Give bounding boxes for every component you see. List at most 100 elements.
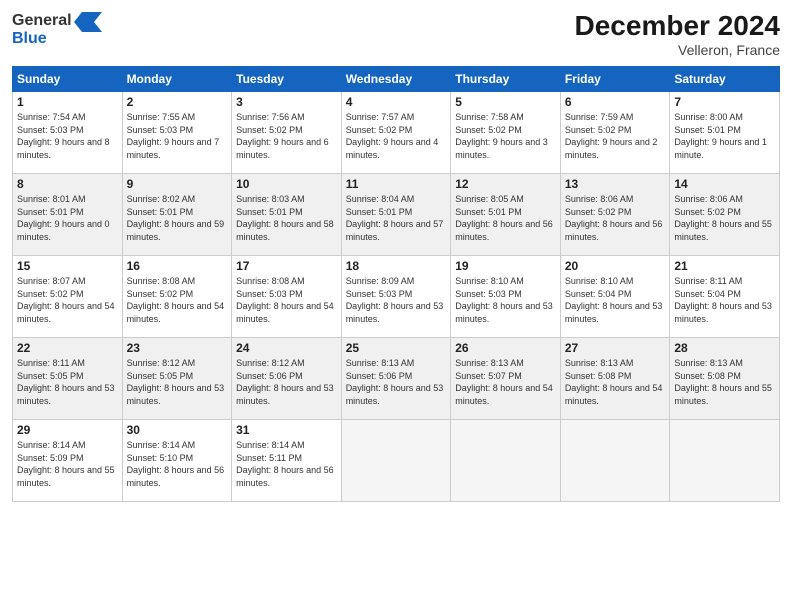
- day-info: Sunrise: 8:00 AMSunset: 5:01 PMDaylight:…: [674, 111, 775, 161]
- day-info: Sunrise: 8:02 AMSunset: 5:01 PMDaylight:…: [127, 193, 228, 243]
- day-number: 11: [346, 177, 447, 191]
- calendar-day-cell: 22 Sunrise: 8:11 AMSunset: 5:05 PMDaylig…: [13, 338, 123, 420]
- calendar-day-cell: 26 Sunrise: 8:13 AMSunset: 5:07 PMDaylig…: [451, 338, 561, 420]
- calendar-day-cell: 8 Sunrise: 8:01 AMSunset: 5:01 PMDayligh…: [13, 174, 123, 256]
- day-number: 6: [565, 95, 666, 109]
- header: General Blue December 2024 Velleron, Fra…: [12, 10, 780, 58]
- day-info: Sunrise: 8:13 AMSunset: 5:08 PMDaylight:…: [674, 357, 775, 407]
- day-info: Sunrise: 8:01 AMSunset: 5:01 PMDaylight:…: [17, 193, 118, 243]
- month-year: December 2024: [575, 10, 780, 42]
- calendar-day-cell: 16 Sunrise: 8:08 AMSunset: 5:02 PMDaylig…: [122, 256, 232, 338]
- logo: General Blue: [12, 10, 102, 48]
- calendar-day-cell: 3 Sunrise: 7:56 AMSunset: 5:02 PMDayligh…: [232, 92, 342, 174]
- calendar-day-cell: 2 Sunrise: 7:55 AMSunset: 5:03 PMDayligh…: [122, 92, 232, 174]
- day-number: 7: [674, 95, 775, 109]
- day-info: Sunrise: 8:10 AMSunset: 5:03 PMDaylight:…: [455, 275, 556, 325]
- calendar-day-cell: 27 Sunrise: 8:13 AMSunset: 5:08 PMDaylig…: [560, 338, 670, 420]
- calendar-day-cell: 19 Sunrise: 8:10 AMSunset: 5:03 PMDaylig…: [451, 256, 561, 338]
- col-sunday: Sunday: [13, 67, 123, 92]
- day-info: Sunrise: 7:57 AMSunset: 5:02 PMDaylight:…: [346, 111, 447, 161]
- calendar-day-cell: 13 Sunrise: 8:06 AMSunset: 5:02 PMDaylig…: [560, 174, 670, 256]
- calendar-day-cell: 5 Sunrise: 7:58 AMSunset: 5:02 PMDayligh…: [451, 92, 561, 174]
- calendar-day-cell: 11 Sunrise: 8:04 AMSunset: 5:01 PMDaylig…: [341, 174, 451, 256]
- day-number: 24: [236, 341, 337, 355]
- calendar-day-cell: 24 Sunrise: 8:12 AMSunset: 5:06 PMDaylig…: [232, 338, 342, 420]
- day-info: Sunrise: 8:09 AMSunset: 5:03 PMDaylight:…: [346, 275, 447, 325]
- calendar-day-cell: 31 Sunrise: 8:14 AMSunset: 5:11 PMDaylig…: [232, 420, 342, 502]
- calendar-day-cell: [451, 420, 561, 502]
- day-number: 29: [17, 423, 118, 437]
- day-info: Sunrise: 8:07 AMSunset: 5:02 PMDaylight:…: [17, 275, 118, 325]
- calendar-day-cell: 29 Sunrise: 8:14 AMSunset: 5:09 PMDaylig…: [13, 420, 123, 502]
- day-number: 10: [236, 177, 337, 191]
- day-number: 14: [674, 177, 775, 191]
- calendar-week-row: 29 Sunrise: 8:14 AMSunset: 5:09 PMDaylig…: [13, 420, 780, 502]
- day-number: 27: [565, 341, 666, 355]
- calendar-week-row: 1 Sunrise: 7:54 AMSunset: 5:03 PMDayligh…: [13, 92, 780, 174]
- day-info: Sunrise: 7:55 AMSunset: 5:03 PMDaylight:…: [127, 111, 228, 161]
- day-number: 8: [17, 177, 118, 191]
- col-monday: Monday: [122, 67, 232, 92]
- day-info: Sunrise: 8:03 AMSunset: 5:01 PMDaylight:…: [236, 193, 337, 243]
- calendar-day-cell: [341, 420, 451, 502]
- day-info: Sunrise: 8:08 AMSunset: 5:02 PMDaylight:…: [127, 275, 228, 325]
- col-friday: Friday: [560, 67, 670, 92]
- day-number: 20: [565, 259, 666, 273]
- day-info: Sunrise: 8:14 AMSunset: 5:10 PMDaylight:…: [127, 439, 228, 489]
- day-info: Sunrise: 8:13 AMSunset: 5:08 PMDaylight:…: [565, 357, 666, 407]
- calendar-day-cell: 17 Sunrise: 8:08 AMSunset: 5:03 PMDaylig…: [232, 256, 342, 338]
- day-number: 30: [127, 423, 228, 437]
- calendar-header-row: Sunday Monday Tuesday Wednesday Thursday…: [13, 67, 780, 92]
- calendar-day-cell: 18 Sunrise: 8:09 AMSunset: 5:03 PMDaylig…: [341, 256, 451, 338]
- day-info: Sunrise: 8:12 AMSunset: 5:05 PMDaylight:…: [127, 357, 228, 407]
- calendar-day-cell: 20 Sunrise: 8:10 AMSunset: 5:04 PMDaylig…: [560, 256, 670, 338]
- day-info: Sunrise: 8:04 AMSunset: 5:01 PMDaylight:…: [346, 193, 447, 243]
- col-saturday: Saturday: [670, 67, 780, 92]
- day-number: 15: [17, 259, 118, 273]
- day-info: Sunrise: 8:12 AMSunset: 5:06 PMDaylight:…: [236, 357, 337, 407]
- day-info: Sunrise: 8:06 AMSunset: 5:02 PMDaylight:…: [674, 193, 775, 243]
- day-number: 19: [455, 259, 556, 273]
- day-number: 5: [455, 95, 556, 109]
- calendar-day-cell: 4 Sunrise: 7:57 AMSunset: 5:02 PMDayligh…: [341, 92, 451, 174]
- day-info: Sunrise: 8:10 AMSunset: 5:04 PMDaylight:…: [565, 275, 666, 325]
- calendar-day-cell: 30 Sunrise: 8:14 AMSunset: 5:10 PMDaylig…: [122, 420, 232, 502]
- day-number: 16: [127, 259, 228, 273]
- day-number: 18: [346, 259, 447, 273]
- day-info: Sunrise: 7:58 AMSunset: 5:02 PMDaylight:…: [455, 111, 556, 161]
- calendar-week-row: 22 Sunrise: 8:11 AMSunset: 5:05 PMDaylig…: [13, 338, 780, 420]
- day-number: 21: [674, 259, 775, 273]
- calendar-day-cell: 7 Sunrise: 8:00 AMSunset: 5:01 PMDayligh…: [670, 92, 780, 174]
- day-info: Sunrise: 8:05 AMSunset: 5:01 PMDaylight:…: [455, 193, 556, 243]
- location: Velleron, France: [575, 42, 780, 58]
- day-number: 2: [127, 95, 228, 109]
- day-info: Sunrise: 8:11 AMSunset: 5:05 PMDaylight:…: [17, 357, 118, 407]
- col-thursday: Thursday: [451, 67, 561, 92]
- day-number: 25: [346, 341, 447, 355]
- day-number: 9: [127, 177, 228, 191]
- calendar-day-cell: 14 Sunrise: 8:06 AMSunset: 5:02 PMDaylig…: [670, 174, 780, 256]
- calendar-week-row: 8 Sunrise: 8:01 AMSunset: 5:01 PMDayligh…: [13, 174, 780, 256]
- calendar-day-cell: 15 Sunrise: 8:07 AMSunset: 5:02 PMDaylig…: [13, 256, 123, 338]
- day-info: Sunrise: 8:14 AMSunset: 5:09 PMDaylight:…: [17, 439, 118, 489]
- calendar-day-cell: 21 Sunrise: 8:11 AMSunset: 5:04 PMDaylig…: [670, 256, 780, 338]
- day-number: 3: [236, 95, 337, 109]
- logo-blue: Blue: [12, 30, 47, 48]
- day-number: 26: [455, 341, 556, 355]
- day-number: 4: [346, 95, 447, 109]
- day-number: 23: [127, 341, 228, 355]
- col-wednesday: Wednesday: [341, 67, 451, 92]
- calendar-day-cell: 9 Sunrise: 8:02 AMSunset: 5:01 PMDayligh…: [122, 174, 232, 256]
- calendar-day-cell: 28 Sunrise: 8:13 AMSunset: 5:08 PMDaylig…: [670, 338, 780, 420]
- logo-general: General: [12, 12, 72, 30]
- day-number: 17: [236, 259, 337, 273]
- calendar-day-cell: 1 Sunrise: 7:54 AMSunset: 5:03 PMDayligh…: [13, 92, 123, 174]
- day-number: 1: [17, 95, 118, 109]
- day-number: 13: [565, 177, 666, 191]
- calendar-day-cell: 25 Sunrise: 8:13 AMSunset: 5:06 PMDaylig…: [341, 338, 451, 420]
- calendar-day-cell: 23 Sunrise: 8:12 AMSunset: 5:05 PMDaylig…: [122, 338, 232, 420]
- calendar-day-cell: 10 Sunrise: 8:03 AMSunset: 5:01 PMDaylig…: [232, 174, 342, 256]
- logo-icon: [74, 10, 102, 32]
- day-info: Sunrise: 7:59 AMSunset: 5:02 PMDaylight:…: [565, 111, 666, 161]
- day-info: Sunrise: 8:11 AMSunset: 5:04 PMDaylight:…: [674, 275, 775, 325]
